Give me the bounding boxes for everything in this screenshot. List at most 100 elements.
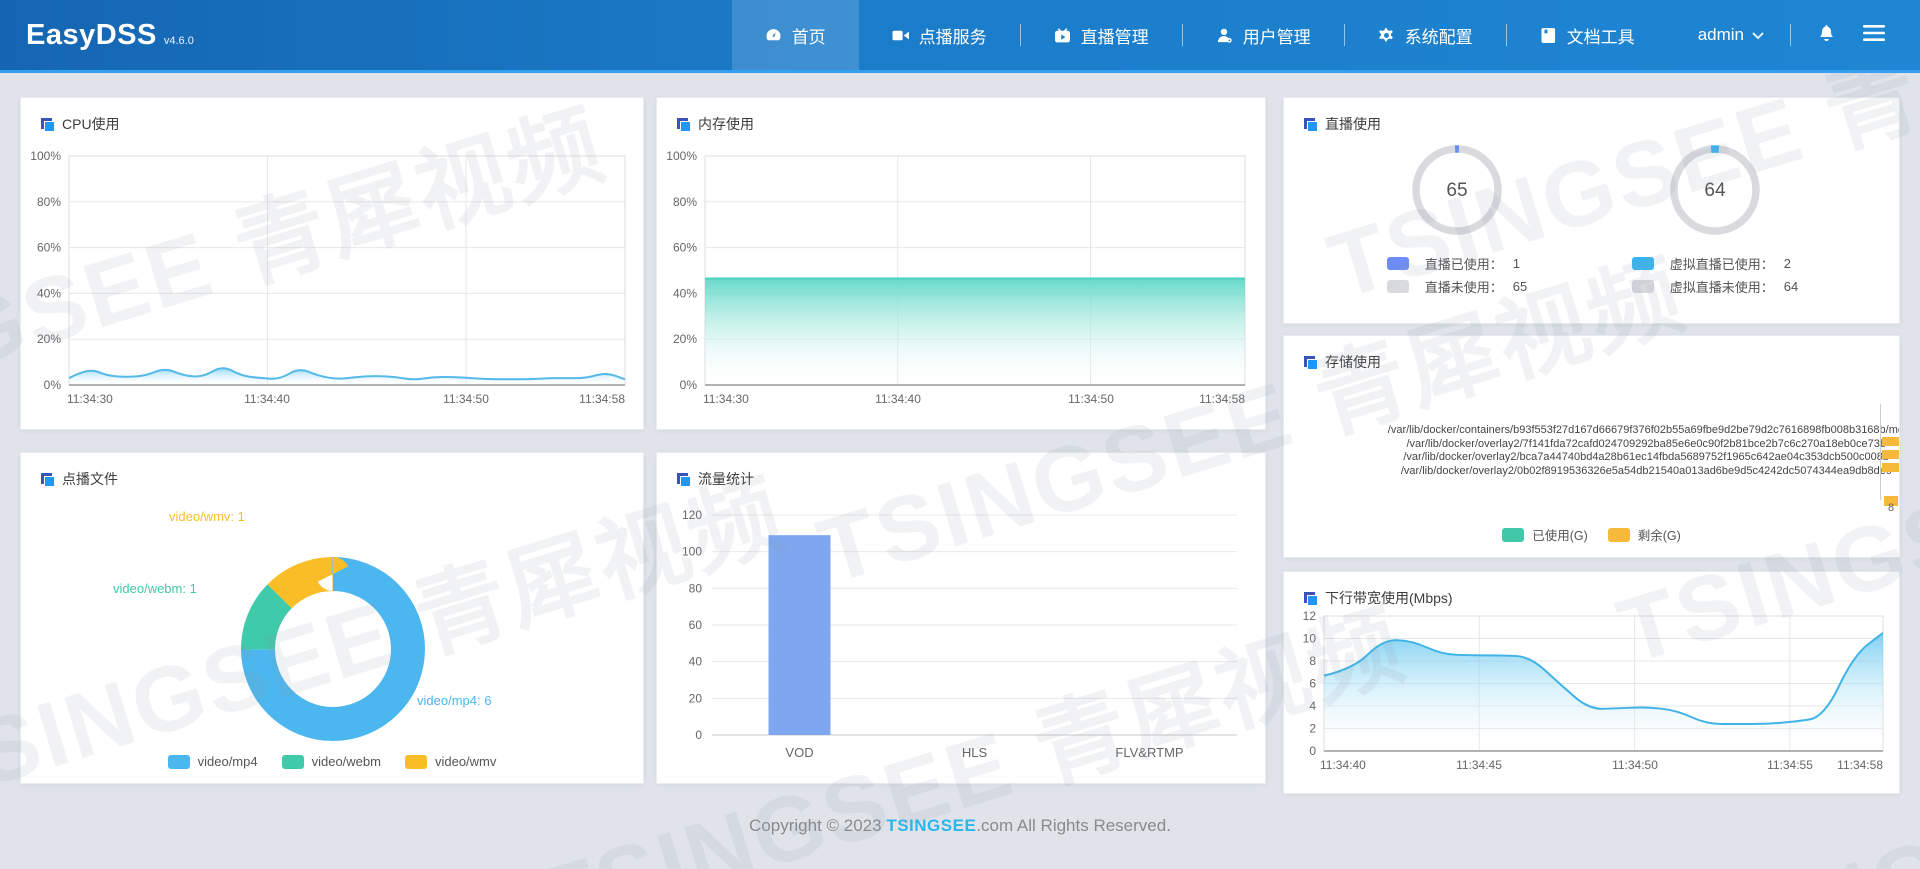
nav-item-vod[interactable]: 点播服务: [859, 0, 1020, 70]
svg-text:11:34:55: 11:34:55: [1767, 758, 1813, 772]
svg-text:11:34:50: 11:34:50: [1068, 392, 1114, 406]
panel-title-live: 直播使用: [1304, 114, 1381, 134]
gauge-legend-label: 虚拟直播已使用：: [1669, 257, 1774, 272]
svg-text:40: 40: [689, 655, 703, 669]
gauge-legend-value: 64: [1783, 279, 1799, 294]
svg-text:60: 60: [689, 618, 703, 632]
svg-text:11:34:40: 11:34:40: [244, 392, 290, 406]
panel-icon: [677, 117, 690, 131]
cpu-usage-chart: 100% 80% 60% 40% 20% 0% 11:34:30 11:34:40 11:34:…: [21, 98, 643, 429]
svg-text:11:34:50: 11:34:50: [443, 392, 489, 406]
nav-item-label: 直播管理: [1080, 27, 1149, 47]
memory-usage-chart: 100% 80% 60% 40% 20% 0% 11:34:30 11:34:40 11:34:…: [657, 98, 1265, 429]
legend-item-video-wmv[interactable]: video/wmv: [404, 754, 497, 769]
legend-label: 剩余(G): [1637, 529, 1681, 543]
live-tv-icon: [1054, 26, 1072, 44]
svg-text:11:34:58: 11:34:58: [1837, 758, 1883, 772]
svg-text:11:34:45: 11:34:45: [1456, 758, 1502, 772]
legend-color-chip: [1386, 257, 1409, 270]
brand-logo: EasyDSS v4.6.0: [0, 19, 220, 52]
storage-path-row: /var/lib/docker/overlay2/7f141fda72cafd0…: [1406, 437, 1886, 450]
svg-text:10: 10: [1303, 632, 1317, 646]
hamburger-icon: [1862, 24, 1886, 47]
svg-text:12: 12: [1303, 609, 1317, 623]
storage-bar-fragment: [1882, 437, 1899, 446]
svg-text:100%: 100%: [666, 149, 697, 163]
legend-color-chip: [167, 754, 190, 769]
panel-vod-files: 点播文件 video/mp4: 6 video/webm: 1 video/wmv:…: [20, 452, 644, 784]
legend-item-video-mp4[interactable]: video/mp4: [167, 754, 258, 769]
legend-color-chip: [404, 754, 427, 769]
panel-icon: [1304, 355, 1317, 369]
legend-item-video-webm[interactable]: video/webm: [281, 754, 381, 769]
nav-item-system[interactable]: 系统配置: [1345, 0, 1506, 70]
panel-live-usage: 直播使用 65 直播已使用： 1 直播未使用： 65 64 虚拟直播已使用： 2 虚拟直播未使用…: [1283, 97, 1900, 324]
storage-bar-fragment: [1882, 450, 1899, 459]
legend-label: 已使用(G): [1532, 529, 1588, 543]
user-menu[interactable]: admin: [1698, 25, 1764, 45]
nav-item-label: 系统配置: [1404, 27, 1473, 47]
panel-memory-usage: 内存使用 100% 80% 60% 40% 20% 0% 11:34:30 11:34:40 1…: [656, 97, 1266, 430]
legend-label: video/mp4: [197, 754, 258, 769]
nav-divider: [1790, 24, 1791, 46]
nav-item-label: 首页: [791, 27, 826, 47]
nav-menu: 首页 点播服务 直播管理 用户管理 系统配置 文档工具: [731, 0, 1668, 70]
vod-files-donut-chart: video/mp4: 6 video/webm: 1 video/wmv: 1 vid…: [21, 453, 643, 783]
book-icon: [1540, 26, 1558, 44]
nav-item-label: 用户管理: [1242, 27, 1311, 47]
nav-item-live[interactable]: 直播管理: [1021, 0, 1182, 70]
legend-label: video/wmv: [434, 754, 497, 769]
svg-text:11:34:58: 11:34:58: [1199, 392, 1245, 406]
nav-item-label: 文档工具: [1566, 27, 1635, 47]
pie-slice-label: video/wmv: 1: [169, 509, 245, 524]
footer-brand-logo: TSINGSEE: [886, 816, 977, 835]
nav-item-users[interactable]: 用户管理: [1183, 0, 1344, 70]
live-usage-gauges: 65 直播已使用： 1 直播未使用： 65 64 虚拟直播已使用： 2 虚拟直播未使用： 64: [1284, 140, 1899, 323]
svg-text:2: 2: [1309, 722, 1316, 736]
panel-title-traffic: 流量统计: [677, 469, 754, 489]
dashboard-grid: CPU使用 100% 80% 60% 40% 20% 0% 11:34:30 11:34:40…: [0, 73, 1920, 794]
footer: Copyright © 2023 TSINGSEE.com All Rights…: [0, 816, 1920, 836]
brand-version: v4.6.0: [163, 34, 194, 47]
svg-text:HLS: HLS: [962, 745, 988, 760]
gear-icon: [1378, 26, 1396, 44]
panel-bandwidth: 下行带宽使用(Mbps) 12 10 8 6 4 2 0 11:34:40 11:34:45 11…: [1283, 571, 1900, 794]
svg-text:VOD: VOD: [785, 745, 813, 760]
panel-title-bandwidth: 下行带宽使用(Mbps): [1304, 588, 1453, 608]
panel-title-memory: 内存使用: [677, 114, 754, 134]
svg-text:0: 0: [695, 728, 702, 742]
nav-item-home[interactable]: 首页: [731, 0, 859, 70]
gauge-legend-label: 虚拟直播未使用：: [1669, 280, 1774, 295]
legend-color-chip: [1607, 527, 1630, 542]
storage-path-row: /var/lib/docker/overlay2/bca7a44740bd4a2…: [1403, 451, 1889, 463]
chevron-down-icon: [1752, 25, 1764, 45]
legend-color-chip: [1631, 257, 1654, 270]
svg-text:64: 64: [1704, 180, 1726, 201]
menu-toggle-button[interactable]: [1862, 24, 1886, 47]
copyright-text: Copyright © 2023: [749, 816, 887, 835]
nav-item-label: 点播服务: [918, 27, 987, 47]
svg-text:80%: 80%: [37, 195, 61, 209]
notifications-button[interactable]: [1817, 23, 1836, 47]
vod-camera-icon: [892, 26, 910, 44]
storage-path-row: /var/lib/docker/containers/b93f553f27d16…: [1387, 424, 1900, 436]
traffic-bar-chart: 0 20 40 60 80 100 120 VOD HLS FLV&RTMP: [657, 453, 1265, 783]
svg-text:100: 100: [682, 545, 702, 559]
user-icon: [1216, 26, 1234, 44]
panel-icon: [41, 117, 54, 131]
storage-axis-tick: 8: [1888, 502, 1895, 514]
gauge-legend-row: 虚拟直播已使用： 2: [1631, 254, 1798, 273]
gauge-legend-value: 1: [1512, 256, 1520, 271]
legend-item-used[interactable]: 已使用(G): [1502, 525, 1588, 544]
svg-text:8: 8: [1309, 654, 1316, 668]
svg-text:80%: 80%: [673, 195, 697, 209]
legend-color-chip: [1502, 527, 1525, 542]
svg-text:20%: 20%: [37, 332, 61, 346]
panel-title-storage: 存储使用: [1304, 352, 1381, 372]
copyright-text-2: .com All Rights Reserved.: [976, 816, 1171, 835]
legend-color-chip: [1631, 280, 1654, 293]
gauge-legend: 直播已使用： 1 直播未使用： 65: [1386, 250, 1527, 300]
nav-item-docs[interactable]: 文档工具: [1507, 0, 1668, 70]
svg-text:FLV&RTMP: FLV&RTMP: [1115, 745, 1183, 760]
legend-item-free[interactable]: 剩余(G): [1607, 525, 1681, 544]
